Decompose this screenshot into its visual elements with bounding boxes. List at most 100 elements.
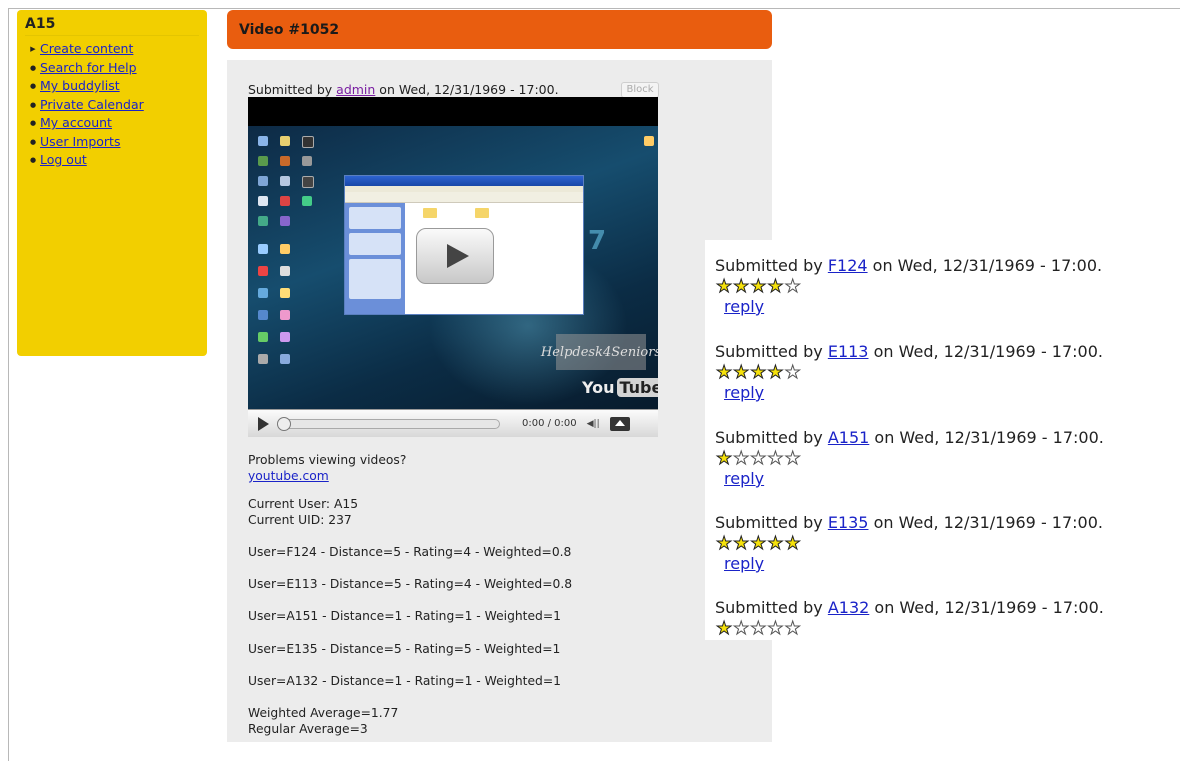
log-out-link[interactable]: Log out [40, 151, 87, 170]
submitted-suffix: on Wed, 12/31/1969 - 17:00. [375, 82, 559, 97]
rating-stars: ★★★★★ [715, 276, 802, 297]
reply-link[interactable]: reply [724, 554, 764, 573]
star-empty-icon[interactable]: ★ [750, 448, 767, 469]
star-filled-icon[interactable]: ★ [715, 618, 733, 639]
page-border-left [8, 8, 9, 761]
sidebar-item-user-imports: ● User Imports [25, 133, 199, 152]
search-for-help-link[interactable]: Search for Help [40, 59, 137, 78]
my-buddylist-link[interactable]: My buddylist [40, 77, 120, 96]
page-title: Video #1052 [239, 21, 340, 38]
my-account-link[interactable]: My account [40, 114, 112, 133]
comment-submitted: Submitted by E135 on Wed, 12/31/1969 - 1… [715, 513, 1103, 532]
sidebar-item-private-calendar: ● Private Calendar [25, 96, 199, 115]
comments-panel: Submitted by F124 on Wed, 12/31/1969 - 1… [705, 240, 1169, 640]
star-filled-icon[interactable]: ★ [750, 362, 767, 383]
star-filled-icon[interactable]: ★ [733, 362, 750, 383]
star-filled-icon[interactable]: ★ [715, 533, 733, 554]
rating-stars: ★★★★★ [715, 533, 802, 554]
reply-link[interactable]: reply [724, 297, 764, 316]
sidebar-item-my-buddylist: ● My buddylist [25, 77, 199, 96]
video-help: Problems viewing videos? youtube.com [248, 452, 406, 484]
star-empty-icon[interactable]: ★ [750, 618, 767, 639]
seek-bar[interactable] [277, 416, 500, 431]
play-icon[interactable] [258, 416, 269, 431]
user-sidebar: A15 ▶ Create content ● Search for Help ● My… [17, 10, 207, 356]
star-filled-icon[interactable]: ★ [750, 533, 767, 554]
star-filled-icon[interactable]: ★ [784, 533, 802, 554]
create-content-link[interactable]: Create content [40, 40, 133, 59]
time-display: 0:00 / 0:00 [522, 418, 577, 429]
stats-row: User=E113 - Distance=5 - Rating=4 - Weig… [248, 577, 573, 591]
comment-author-link[interactable]: A132 [828, 598, 869, 617]
star-empty-icon[interactable]: ★ [767, 618, 784, 639]
stats-row: User=E135 - Distance=5 - Rating=5 - Weig… [248, 642, 561, 656]
private-calendar-link[interactable]: Private Calendar [40, 96, 144, 115]
sidebar-title: A15 [25, 16, 199, 36]
stats-row: User=A151 - Distance=1 - Rating=1 - Weig… [248, 609, 561, 623]
video-thumbnail[interactable]: 7 Helpdesk4Seniors You Tube [248, 126, 658, 409]
current-user: Current User: A15 [248, 497, 359, 511]
averages: Weighted Average=1.77 Regular Average=3 [248, 705, 398, 737]
play-overlay-button[interactable] [416, 228, 494, 284]
circle-bullet-icon: ● [29, 156, 37, 164]
circle-bullet-icon: ● [29, 137, 37, 146]
watermark: Helpdesk4Seniors [541, 334, 658, 370]
star-empty-icon[interactable]: ★ [784, 362, 802, 383]
circle-bullet-icon: ● [29, 63, 37, 72]
rating-stars: ★★★★★ [715, 448, 802, 469]
rating-stars: ★★★★★ [715, 618, 802, 639]
comment-submitted: Submitted by A132 on Wed, 12/31/1969 - 1… [715, 598, 1104, 617]
comment-submitted: Submitted by E113 on Wed, 12/31/1969 - 1… [715, 342, 1103, 361]
comment-author-link[interactable]: E113 [828, 342, 869, 361]
comment-author-link[interactable]: E135 [828, 513, 869, 532]
reply-link[interactable]: reply [724, 469, 764, 488]
comment-author-link[interactable]: A151 [828, 428, 869, 447]
star-empty-icon[interactable]: ★ [767, 448, 784, 469]
weighted-average: Weighted Average=1.77 [248, 706, 399, 720]
star-filled-icon[interactable]: ★ [733, 533, 750, 554]
star-filled-icon[interactable]: ★ [767, 533, 784, 554]
node-submitted: Submitted by admin on Wed, 12/31/1969 - … [248, 82, 559, 97]
comment-author-link[interactable]: F124 [828, 256, 868, 275]
circle-bullet-icon: ● [29, 100, 37, 109]
star-filled-icon[interactable]: ★ [767, 362, 784, 383]
user-imports-link[interactable]: User Imports [40, 133, 120, 152]
star-empty-icon[interactable]: ★ [733, 618, 750, 639]
circle-bullet-icon: ● [29, 82, 37, 90]
reply-link[interactable]: reply [724, 383, 764, 402]
regular-average: Regular Average=3 [248, 722, 368, 736]
star-filled-icon[interactable]: ★ [767, 276, 784, 297]
sidebar-item-log-out: ● Log out [25, 151, 199, 170]
star-filled-icon[interactable]: ★ [715, 448, 733, 469]
star-filled-icon[interactable]: ★ [733, 276, 750, 297]
star-filled-icon[interactable]: ★ [715, 362, 733, 383]
page-border-top [9, 8, 1180, 9]
seek-handle[interactable] [277, 416, 291, 431]
star-empty-icon[interactable]: ★ [784, 276, 802, 297]
current-uid: Current UID: 237 [248, 513, 352, 527]
current-user-info: Current User: A15 Current UID: 237 [248, 496, 358, 528]
problems-text: Problems viewing videos? [248, 453, 407, 467]
star-empty-icon[interactable]: ★ [784, 618, 802, 639]
submitted-prefix: Submitted by [248, 82, 337, 97]
circle-bullet-icon: ● [29, 119, 37, 127]
youtube-logo: You Tube [582, 378, 658, 397]
author-link[interactable]: admin [336, 82, 375, 97]
star-empty-icon[interactable]: ★ [733, 448, 750, 469]
star-filled-icon[interactable]: ★ [715, 276, 733, 297]
windows-seven-logo: 7 [588, 226, 607, 256]
volume-icon[interactable]: ◀|| [587, 419, 600, 429]
rating-stars: ★★★★★ [715, 362, 802, 383]
star-filled-icon[interactable]: ★ [750, 276, 767, 297]
youtube-link[interactable]: youtube.com [248, 469, 329, 483]
sidebar-item-my-account: ● My account [25, 114, 199, 133]
stats-row: User=A132 - Distance=1 - Rating=1 - Weig… [248, 674, 561, 688]
video-player[interactable]: 7 Helpdesk4Seniors You Tube 0:00 / 0:00 ◀… [248, 97, 658, 437]
sidebar-menu: ▶ Create content ● Search for Help ● My bud… [25, 40, 199, 170]
stats-row: User=F124 - Distance=5 - Rating=4 - Weig… [248, 545, 572, 559]
sidebar-item-search-for-help: ● Search for Help [25, 59, 199, 78]
star-empty-icon[interactable]: ★ [784, 448, 802, 469]
block-button[interactable]: Block [621, 82, 659, 98]
fullscreen-icon[interactable] [609, 416, 630, 431]
player-controls: 0:00 / 0:00 ◀|| [248, 409, 658, 437]
